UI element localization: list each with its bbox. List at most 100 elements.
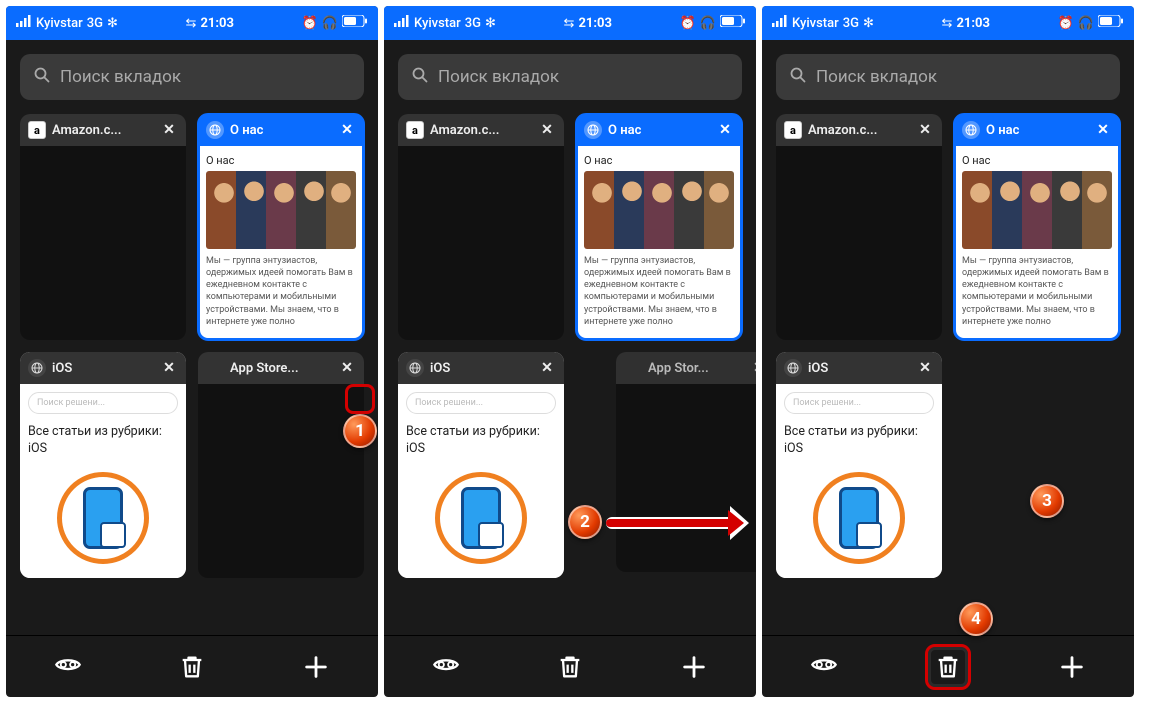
new-tab-button[interactable] (671, 644, 717, 690)
tab-search-input[interactable]: Поиск вкладок (776, 54, 1120, 100)
about-heading: О нас (962, 154, 1112, 167)
tab-card-appstore[interactable]: App Store... ✕ (198, 352, 364, 578)
alarm-icon: ⏰ (680, 16, 696, 31)
tab-title: iOS (808, 361, 910, 376)
search-icon (34, 67, 50, 88)
close-icon[interactable]: ✕ (1094, 121, 1112, 139)
globe-icon (584, 121, 602, 139)
network-label: 3G (87, 16, 103, 31)
about-heading: О нас (206, 154, 356, 167)
carrier-label: Kyivstar (414, 16, 461, 31)
apple-icon (206, 359, 224, 377)
sparkle-icon: ✻ (485, 16, 496, 31)
close-icon[interactable]: ✕ (916, 121, 934, 139)
amazon-icon: a (28, 121, 46, 139)
about-photo (206, 171, 356, 249)
trash-button[interactable] (925, 644, 971, 690)
marker-1: 1 (343, 414, 377, 448)
tab-title: iOS (430, 361, 532, 376)
status-bar: Kyivstar 3G ✻ ⇆ 21:03 ⏰ 🎧 (762, 6, 1134, 40)
time-label: 21:03 (578, 16, 612, 31)
search-bar-wrap: Поиск вкладок (384, 40, 756, 110)
tab-card-amazon[interactable]: a Amazon.c... ✕ (398, 114, 564, 340)
carrier-label: Kyivstar (36, 16, 83, 31)
search-placeholder: Поиск вкладок (60, 67, 181, 87)
tab-card-about[interactable]: О нас ✕ О нас Мы — группа энтузиастов, о… (954, 114, 1120, 340)
status-bar: Kyivstar 3G ✻ ⇆ 21:03 ⏰ 🎧 (384, 6, 756, 40)
tab-card-ios[interactable]: iOS ✕ Поиск решени... Все статьи из рубр… (398, 352, 564, 578)
headphones-icon: 🎧 (1078, 16, 1094, 31)
ios-search-input[interactable]: Поиск решени... (406, 392, 556, 414)
carrier-label: Kyivstar (792, 16, 839, 31)
close-icon[interactable]: ✕ (160, 121, 178, 139)
tab-card-ios[interactable]: iOS ✕ Поиск решени... Все статьи из рубр… (776, 352, 942, 578)
close-icon[interactable]: ✕ (160, 359, 178, 377)
globe-icon (784, 359, 802, 377)
new-tab-button[interactable] (293, 644, 339, 690)
about-text: Мы — группа энтузиастов, одержимых идеей… (206, 255, 356, 328)
signal-icon (16, 15, 32, 31)
close-icon[interactable]: ✕ (716, 121, 734, 139)
amazon-icon: a (784, 121, 802, 139)
trash-button[interactable] (547, 644, 593, 690)
battery-icon (342, 15, 368, 31)
network-label: 3G (843, 16, 859, 31)
ios-heading: Все статьи из рубрики: iOS (784, 424, 934, 458)
globe-icon (962, 121, 980, 139)
tab-card-ios[interactable]: iOS ✕ Поиск решени... Все статьи из рубр… (20, 352, 186, 578)
ios-heading: Все статьи из рубрики: iOS (406, 424, 556, 458)
sync-icon: ⇆ (942, 16, 953, 31)
headphones-icon: 🎧 (700, 16, 716, 31)
panel-3: Kyivstar 3G ✻ ⇆ 21:03 ⏰ 🎧 Поиск вкладок … (762, 6, 1134, 697)
about-text: Мы — группа энтузиастов, одержимых идеей… (962, 255, 1112, 328)
signal-icon (394, 15, 410, 31)
tab-card-about[interactable]: О нас ✕ О нас Мы — группа энтузиастов, о… (198, 114, 364, 340)
battery-icon (720, 15, 746, 31)
sync-icon: ⇆ (564, 16, 575, 31)
tab-search-input[interactable]: Поиск вкладок (398, 54, 742, 100)
ios-search-input[interactable]: Поиск решени... (28, 392, 178, 414)
tab-card-about[interactable]: О нас ✕ О нас Мы — группа энтузиастов, о… (576, 114, 742, 340)
status-bar: Kyivstar 3G ✻ ⇆ 21:03 ⏰ 🎧 (6, 6, 378, 40)
search-icon (790, 67, 806, 88)
panel-1: Kyivstar 3G ✻ ⇆ 21:03 ⏰ 🎧 Поиск вкладок (6, 6, 378, 697)
tabs-grid: a Amazon.c... ✕ О нас ✕ О нас Мы — групп… (6, 110, 378, 582)
tab-card-amazon[interactable]: a Amazon.c... ✕ (776, 114, 942, 340)
ios-search-input[interactable]: Поиск решени... (784, 392, 934, 414)
trash-button[interactable] (169, 644, 215, 690)
amazon-icon: a (406, 121, 424, 139)
tab-title: Amazon.c... (808, 123, 910, 138)
tab-search-input[interactable]: Поиск вкладок (20, 54, 364, 100)
incognito-button[interactable] (423, 644, 469, 690)
marker-4: 4 (959, 602, 993, 636)
close-icon[interactable]: ✕ (338, 359, 356, 377)
time-label: 21:03 (200, 16, 234, 31)
ios-badge-icon (435, 472, 527, 564)
alarm-icon: ⏰ (302, 16, 318, 31)
tab-title: О нас (608, 123, 710, 138)
alarm-icon: ⏰ (1058, 16, 1074, 31)
sparkle-icon: ✻ (107, 16, 118, 31)
ios-badge-icon (813, 472, 905, 564)
search-placeholder: Поиск вкладок (438, 67, 559, 87)
close-icon[interactable]: ✕ (916, 359, 934, 377)
tab-title: О нас (986, 123, 1088, 138)
bottom-toolbar (384, 635, 756, 697)
tab-title: О нас (230, 123, 332, 138)
globe-icon (28, 359, 46, 377)
search-icon (412, 67, 428, 88)
incognito-button[interactable] (45, 644, 91, 690)
close-icon[interactable]: ✕ (538, 359, 556, 377)
signal-icon (772, 15, 788, 31)
battery-icon (1098, 15, 1124, 31)
close-icon[interactable]: ✕ (538, 121, 556, 139)
about-photo (962, 171, 1112, 249)
search-bar-wrap: Поиск вкладок (762, 40, 1134, 110)
incognito-button[interactable] (801, 644, 847, 690)
sparkle-icon: ✻ (863, 16, 874, 31)
bottom-toolbar (6, 635, 378, 697)
close-icon[interactable]: ✕ (338, 121, 356, 139)
tab-card-amazon[interactable]: a Amazon.c... ✕ (20, 114, 186, 340)
close-icon[interactable]: ✕ (750, 359, 756, 377)
new-tab-button[interactable] (1049, 644, 1095, 690)
